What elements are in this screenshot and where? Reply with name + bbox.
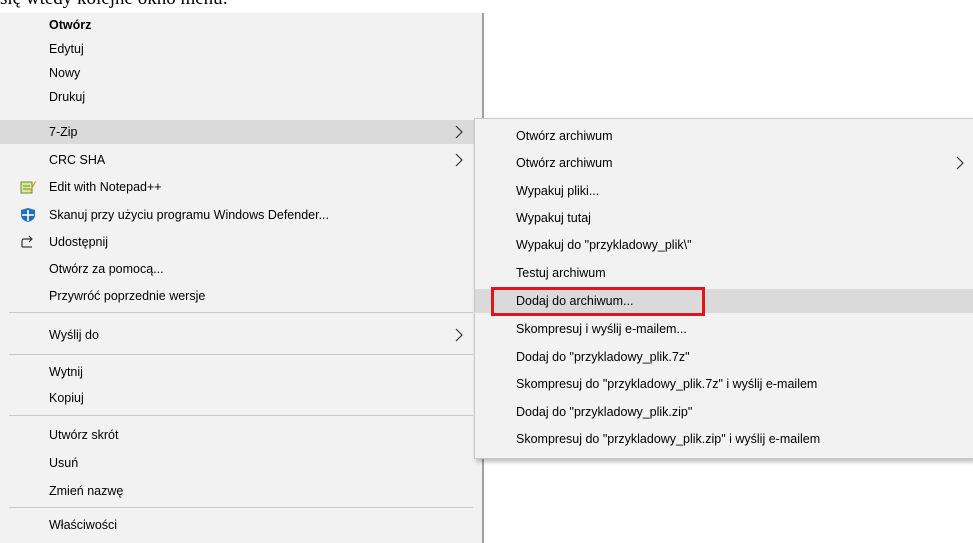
menu-item-open-with[interactable]: Otwórz za pomocą... (0, 257, 482, 281)
menu-item-label: Dodaj do "przykladowy_plik.zip" (516, 405, 693, 419)
menu-item-crc-sha[interactable]: CRC SHA (0, 148, 482, 172)
menu-item-label: Skompresuj do "przykladowy_plik.zip" i w… (516, 432, 821, 446)
menu-item-label: Dodaj do archiwum... (516, 294, 634, 308)
menu-item-label: Otwórz archiwum (516, 129, 613, 143)
share-icon (21, 235, 33, 248)
submenu-item-add-to-archive[interactable]: Dodaj do archiwum... (475, 289, 973, 313)
submenu-item-add-to-7z[interactable]: Dodaj do "przykladowy_plik.7z" (475, 345, 973, 369)
menu-item-copy[interactable]: Kopiuj (0, 386, 482, 410)
menu-item-label: Zmień nazwę (49, 484, 124, 498)
submenu-item-test-archive[interactable]: Testuj archiwum (475, 261, 973, 285)
menu-item-label: Kopiuj (49, 391, 84, 405)
menu-item-label: Skompresuj i wyślij e-mailem... (516, 322, 687, 336)
menu-separator (9, 507, 473, 508)
chevron-right-icon (455, 153, 463, 167)
menu-item-label: Otwórz za pomocą... (49, 262, 164, 276)
menu-item-label: Usuń (49, 456, 79, 470)
submenu-item-extract-here[interactable]: Wypakuj tutaj (475, 206, 973, 230)
chevron-right-icon (956, 156, 964, 170)
submenu-item-add-to-zip[interactable]: Dodaj do "przykladowy_plik.zip" (475, 400, 973, 424)
menu-separator (9, 415, 473, 416)
menu-item-label: Wypakuj pliki... (516, 184, 600, 198)
menu-item-label: Wypakuj tutaj (516, 211, 591, 225)
notepad-plus-plus-icon (20, 181, 36, 194)
menu-item-label: Skanuj przy użyciu programu Windows Defe… (49, 208, 329, 222)
submenu-item-extract-files[interactable]: Wypakuj pliki... (475, 179, 973, 203)
menu-item-label: Otwórz (49, 18, 92, 32)
menu-item-edit[interactable]: Edytuj (0, 37, 482, 61)
menu-item-label: Skompresuj do "przykladowy_plik.7z" i wy… (516, 377, 818, 391)
menu-separator (9, 354, 473, 355)
menu-item-label: CRC SHA (49, 153, 106, 167)
menu-item-label: Testuj archiwum (516, 266, 606, 280)
submenu-item-compress-and-email[interactable]: Skompresuj i wyślij e-mailem... (475, 317, 973, 341)
menu-item-label: Edit with Notepad++ (49, 180, 162, 194)
submenu-item-compress-7z-and-email[interactable]: Skompresuj do "przykladowy_plik.7z" i wy… (475, 372, 973, 396)
menu-item-7zip[interactable]: 7-Zip (0, 120, 482, 144)
7zip-submenu: Otwórz archiwum Otwórz archiwum Wypakuj … (474, 118, 973, 459)
submenu-item-open-archive-more[interactable]: Otwórz archiwum (475, 151, 973, 175)
menu-item-label: Właściwości (49, 518, 118, 532)
menu-item-create-shortcut[interactable]: Utwórz skrót (0, 423, 482, 447)
menu-item-new[interactable]: Nowy (0, 61, 482, 85)
menu-item-open[interactable]: Otwórz (0, 13, 482, 37)
menu-item-label: Edytuj (49, 42, 84, 56)
menu-item-label: Nowy (49, 66, 81, 80)
menu-item-label: Wypakuj do "przykladowy_plik\" (516, 238, 692, 252)
menu-item-properties[interactable]: Właściwości (0, 513, 482, 537)
menu-item-label: Przywróć poprzednie wersje (49, 289, 206, 303)
menu-item-edit-notepadpp[interactable]: Edit with Notepad++ (0, 175, 482, 199)
menu-item-label: Wyślij do (49, 328, 99, 342)
menu-item-label: Wytnij (49, 365, 83, 379)
submenu-item-extract-to-folder[interactable]: Wypakuj do "przykladowy_plik\" (475, 233, 973, 257)
menu-item-label: Otwórz archiwum (516, 156, 613, 170)
submenu-item-compress-zip-and-email[interactable]: Skompresuj do "przykladowy_plik.zip" i w… (475, 427, 973, 451)
document-caption-text: się wtedy kolejne okno menu: (0, 0, 228, 13)
chevron-right-icon (455, 125, 463, 139)
menu-item-delete[interactable]: Usuń (0, 451, 482, 475)
menu-item-label: Udostępnij (49, 235, 109, 249)
menu-item-label: Utwórz skrót (49, 428, 119, 442)
menu-item-print[interactable]: Drukuj (0, 85, 482, 109)
menu-item-rename[interactable]: Zmień nazwę (0, 479, 482, 503)
menu-item-send-to[interactable]: Wyślij do (0, 323, 482, 347)
submenu-item-open-archive[interactable]: Otwórz archiwum (475, 124, 973, 148)
menu-item-windows-defender-scan[interactable]: Skanuj przy użyciu programu Windows Defe… (0, 203, 482, 227)
context-menu: Otwórz Edytuj Nowy Drukuj 7-Zip CRC SHA … (0, 13, 484, 543)
menu-item-share[interactable]: Udostępnij (0, 230, 482, 254)
menu-item-restore-previous-versions[interactable]: Przywróć poprzednie wersje (0, 284, 482, 308)
menu-separator (9, 312, 473, 313)
menu-item-cut[interactable]: Wytnij (0, 360, 482, 384)
menu-item-label: Dodaj do "przykladowy_plik.7z" (516, 350, 690, 364)
chevron-right-icon (455, 328, 463, 342)
windows-defender-shield-icon (21, 208, 35, 222)
menu-item-label: 7-Zip (49, 125, 78, 139)
menu-item-label: Drukuj (49, 90, 86, 104)
